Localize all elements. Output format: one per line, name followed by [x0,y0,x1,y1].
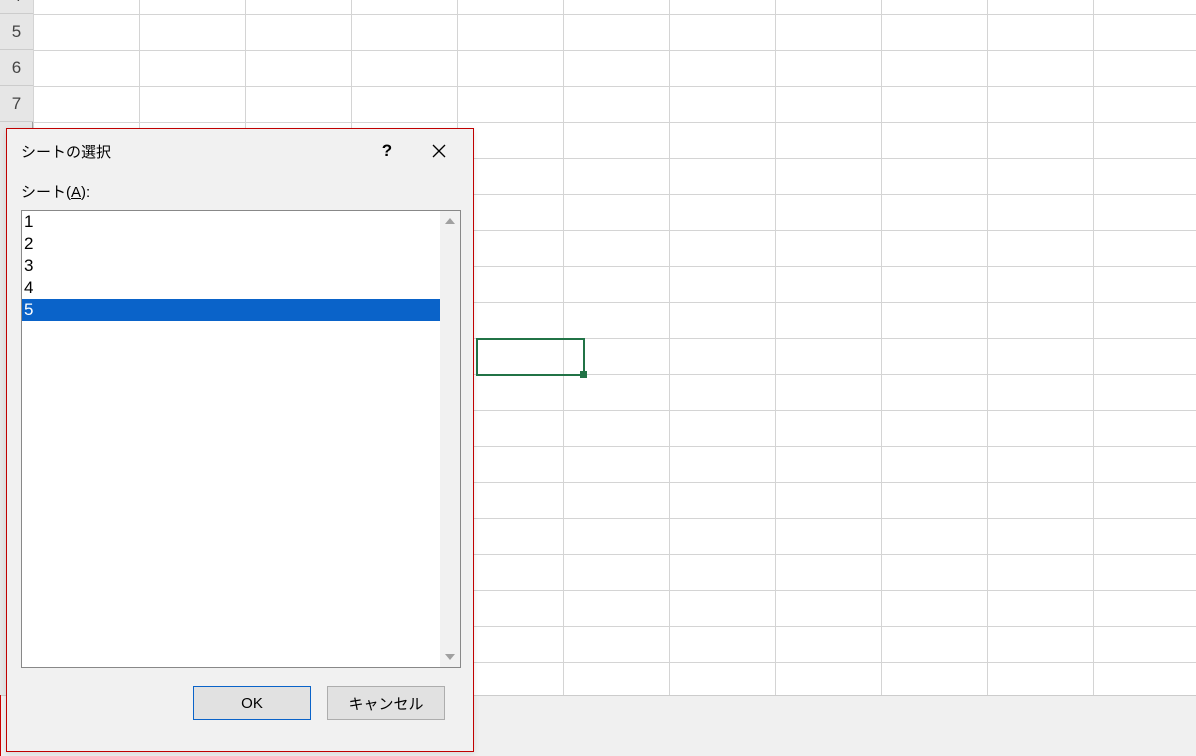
list-item[interactable]: 4 [22,277,440,299]
scroll-up-icon[interactable] [440,211,460,231]
row-header[interactable]: 5 [0,14,33,50]
row-header[interactable]: 6 [0,50,33,86]
help-button[interactable]: ? [361,131,413,171]
close-icon [432,144,446,158]
cancel-button[interactable]: キャンセル [327,686,445,720]
sheet-listbox[interactable]: 12345 [22,211,440,667]
sheet-listbox-frame: 12345 [21,210,461,668]
listbox-scrollbar[interactable] [440,211,460,667]
sheet-select-dialog: シートの選択 ? シート(A): 12345 OK [6,128,474,752]
list-item[interactable]: 1 [22,211,440,233]
list-item[interactable]: 3 [22,255,440,277]
ok-button[interactable]: OK [193,686,311,720]
list-item[interactable]: 2 [22,233,440,255]
close-button[interactable] [413,131,465,171]
dialog-body: シート(A): 12345 OK キャンセル [7,173,473,720]
selected-cell[interactable] [476,338,585,376]
row-header[interactable]: 4 [0,0,33,14]
row-header[interactable]: 7 [0,86,33,122]
dialog-titlebar[interactable]: シートの選択 ? [7,129,473,173]
dialog-buttons: OK キャンセル [21,668,459,720]
fill-handle[interactable] [580,371,587,378]
list-item[interactable]: 5 [22,299,440,321]
scroll-down-icon[interactable] [440,647,460,667]
dialog-title: シートの選択 [21,141,361,162]
sheet-list-label: シート(A): [21,181,459,202]
